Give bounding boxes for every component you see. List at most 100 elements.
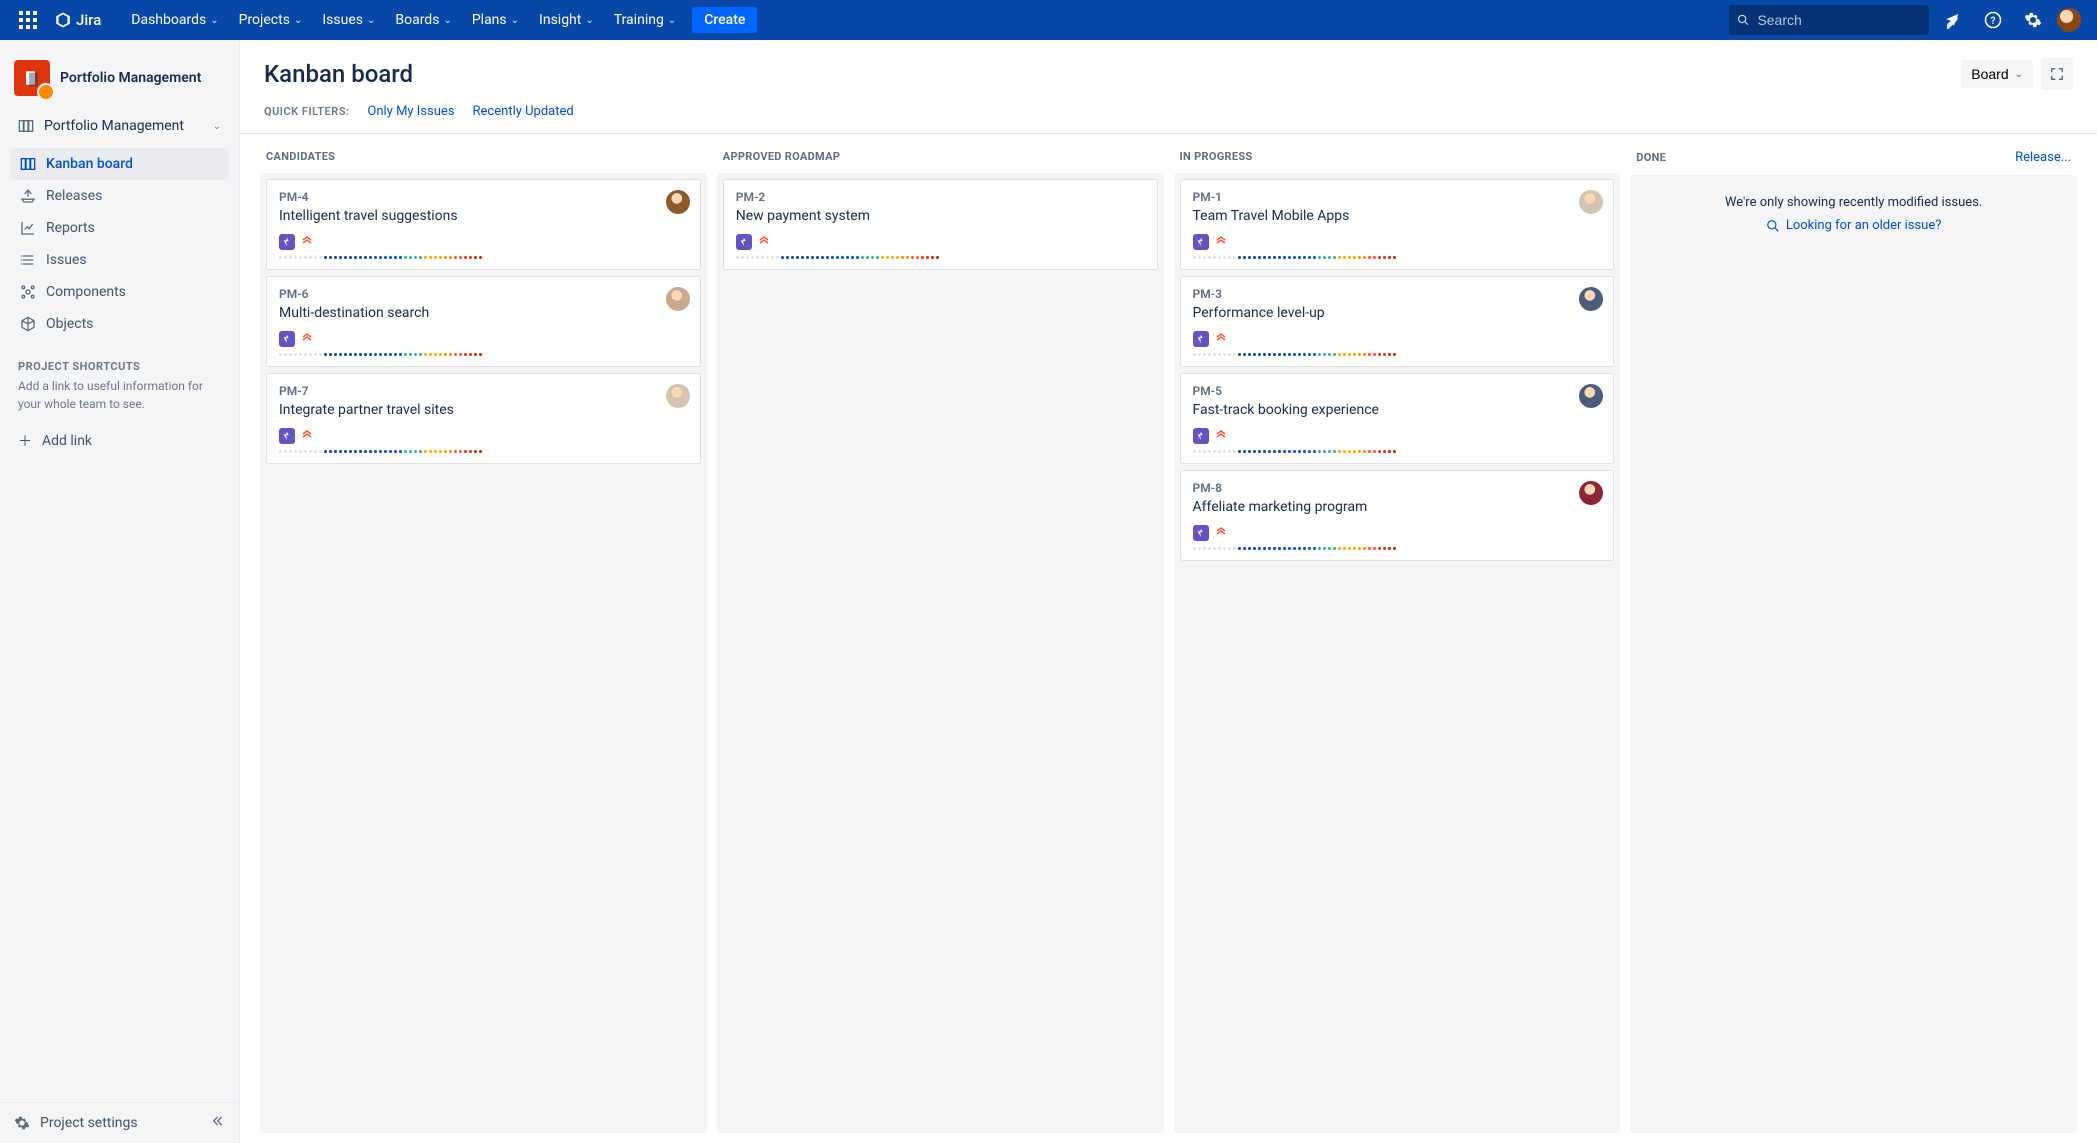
card-title: Multi-destination search [279,305,688,321]
card-key: PM-1 [1193,190,1602,204]
board-dropdown[interactable]: Board ⌄ [1961,60,2033,88]
card-pm-4[interactable]: PM-4Intelligent travel suggestions [266,179,701,270]
column-title: IN PROGRESS [1180,150,1253,163]
settings-icon[interactable] [2017,4,2049,36]
card-footer [736,234,1145,250]
epic-type-icon [279,428,295,444]
card-title: Fast-track booking experience [1193,402,1602,418]
create-button[interactable]: Create [692,7,757,33]
column-title: APPROVED ROADMAP [723,150,840,163]
card-pm-1[interactable]: PM-1 Team Travel Mobile Apps [1180,179,1615,270]
topmenu-issues[interactable]: Issues⌄ [314,6,383,34]
card-title: Team Travel Mobile Apps [1193,208,1602,224]
project-settings-label: Project settings [40,1115,138,1131]
card-footer [279,331,688,347]
card-title: Integrate partner travel sites [279,402,688,418]
user-avatar[interactable] [2057,8,2081,32]
add-link-button[interactable]: ＋ Add link [0,423,239,459]
priority-icon [1215,235,1227,249]
topmenu-projects[interactable]: Projects⌄ [231,6,311,34]
done-message: We're only showing recently modified iss… [1640,195,2067,210]
sidebar-item-objects[interactable]: Objects [10,308,229,340]
collapse-sidebar-icon[interactable] [209,1113,225,1133]
column-body[interactable]: PM-2New payment system [717,173,1164,1133]
app-switcher-icon[interactable] [16,8,40,32]
topmenu-plans[interactable]: Plans⌄ [464,6,527,34]
chevron-down-icon: ⌄ [367,15,375,26]
chevron-down-icon: ⌄ [511,15,519,26]
column-done: DONE Release... We're only showing recentl… [1630,144,2077,1133]
filter-only-my-issues[interactable]: Only My Issues [367,104,454,119]
fullscreen-button[interactable] [2041,58,2073,90]
project-title: Portfolio Management [60,70,201,86]
column-in-progress: IN PROGRESSPM-1Team Travel Mobile AppsPM… [1174,144,1621,1133]
sidebar-item-kanban-board[interactable]: Kanban board [10,148,229,180]
epic-type-icon [279,234,295,250]
priority-icon [1215,332,1227,346]
card-pm-2[interactable]: PM-2New payment system [723,179,1158,270]
chart-icon [20,220,36,236]
sidebar-item-releases[interactable]: Releases [10,180,229,212]
older-issue-link[interactable]: Looking for an older issue? [1766,218,1942,233]
chevron-down-icon: ⌄ [585,15,593,26]
project-settings-link[interactable]: Project settings [14,1115,138,1131]
board-icon [20,156,36,172]
column-title: DONE [1636,151,1666,164]
card-key: PM-6 [279,287,688,301]
search-icon [1766,219,1780,233]
epic-type-icon [1193,331,1209,347]
column-body[interactable]: PM-4Intelligent travel suggestions PM-6 Mu… [260,173,707,1133]
priority-icon [758,235,770,249]
search-box[interactable] [1729,5,1929,35]
release-link[interactable]: Release... [2015,150,2071,165]
assignee-avatar[interactable] [666,384,690,408]
column-body: We're only showing recently modified iss… [1630,175,2077,1133]
card-pm-5[interactable]: PM-5Fast-track booking experience [1180,373,1615,464]
card-pm-3[interactable]: PM-3Performance level-up [1180,276,1615,367]
epic-type-icon [279,331,295,347]
priority-icon [301,235,313,249]
topmenu-boards[interactable]: Boards⌄ [387,6,459,34]
top-right: ? [1729,4,2089,36]
help-icon[interactable]: ? [1977,4,2009,36]
chevron-down-icon: ⌄ [294,15,302,26]
component-icon [20,284,36,300]
sidebar: Portfolio Management Portfolio Managemen… [0,40,240,1143]
card-pm-7[interactable]: PM-7Integrate partner travel sites [266,373,701,464]
column-body[interactable]: PM-1 Team Travel Mobile Apps PM-3Performan… [1174,173,1621,1133]
search-input[interactable] [1757,12,1921,28]
top-menu: Dashboards⌄Projects⌄Issues⌄Boards⌄Plans⌄… [123,6,684,34]
card-key: PM-3 [1193,287,1602,301]
epic-type-icon [1193,234,1209,250]
sidebar-item-issues[interactable]: Issues [10,244,229,276]
topmenu-dashboards[interactable]: Dashboards⌄ [123,6,226,34]
main-header: Kanban board Board ⌄ [240,40,2097,90]
layout: Portfolio Management Portfolio Managemen… [0,40,2097,1143]
sidebar-item-label: Reports [46,220,95,236]
list-icon [20,252,36,268]
topmenu-training[interactable]: Training⌄ [606,6,684,34]
sidebar-item-label: Objects [46,316,93,332]
progress-dots [279,353,688,356]
progress-dots [1193,256,1602,259]
sidebar-collapse-toggle[interactable]: Portfolio Management ⌄ [10,112,229,140]
priority-icon [301,429,313,443]
card-footer [1193,331,1602,347]
card-pm-8[interactable]: PM-8Affeliate marketing program [1180,470,1615,561]
progress-dots [279,256,688,259]
card-title: Affeliate marketing program [1193,499,1602,515]
chevron-down-icon: ⌄ [668,15,676,26]
assignee-avatar[interactable] [666,190,690,214]
topmenu-insight[interactable]: Insight⌄ [531,6,602,34]
sidebar-item-reports[interactable]: Reports [10,212,229,244]
filter-recently-updated[interactable]: Recently Updated [473,104,574,119]
card-pm-6[interactable]: PM-6 Multi-destination search [266,276,701,367]
assignee-avatar[interactable] [666,287,690,311]
sidebar-item-components[interactable]: Components [10,276,229,308]
notifications-icon[interactable] [1937,4,1969,36]
jira-logo[interactable]: Jira [44,11,111,29]
add-link-label: Add link [42,433,92,449]
card-footer [279,234,688,250]
priority-icon [301,332,313,346]
sidebar-footer: Project settings [0,1102,239,1143]
